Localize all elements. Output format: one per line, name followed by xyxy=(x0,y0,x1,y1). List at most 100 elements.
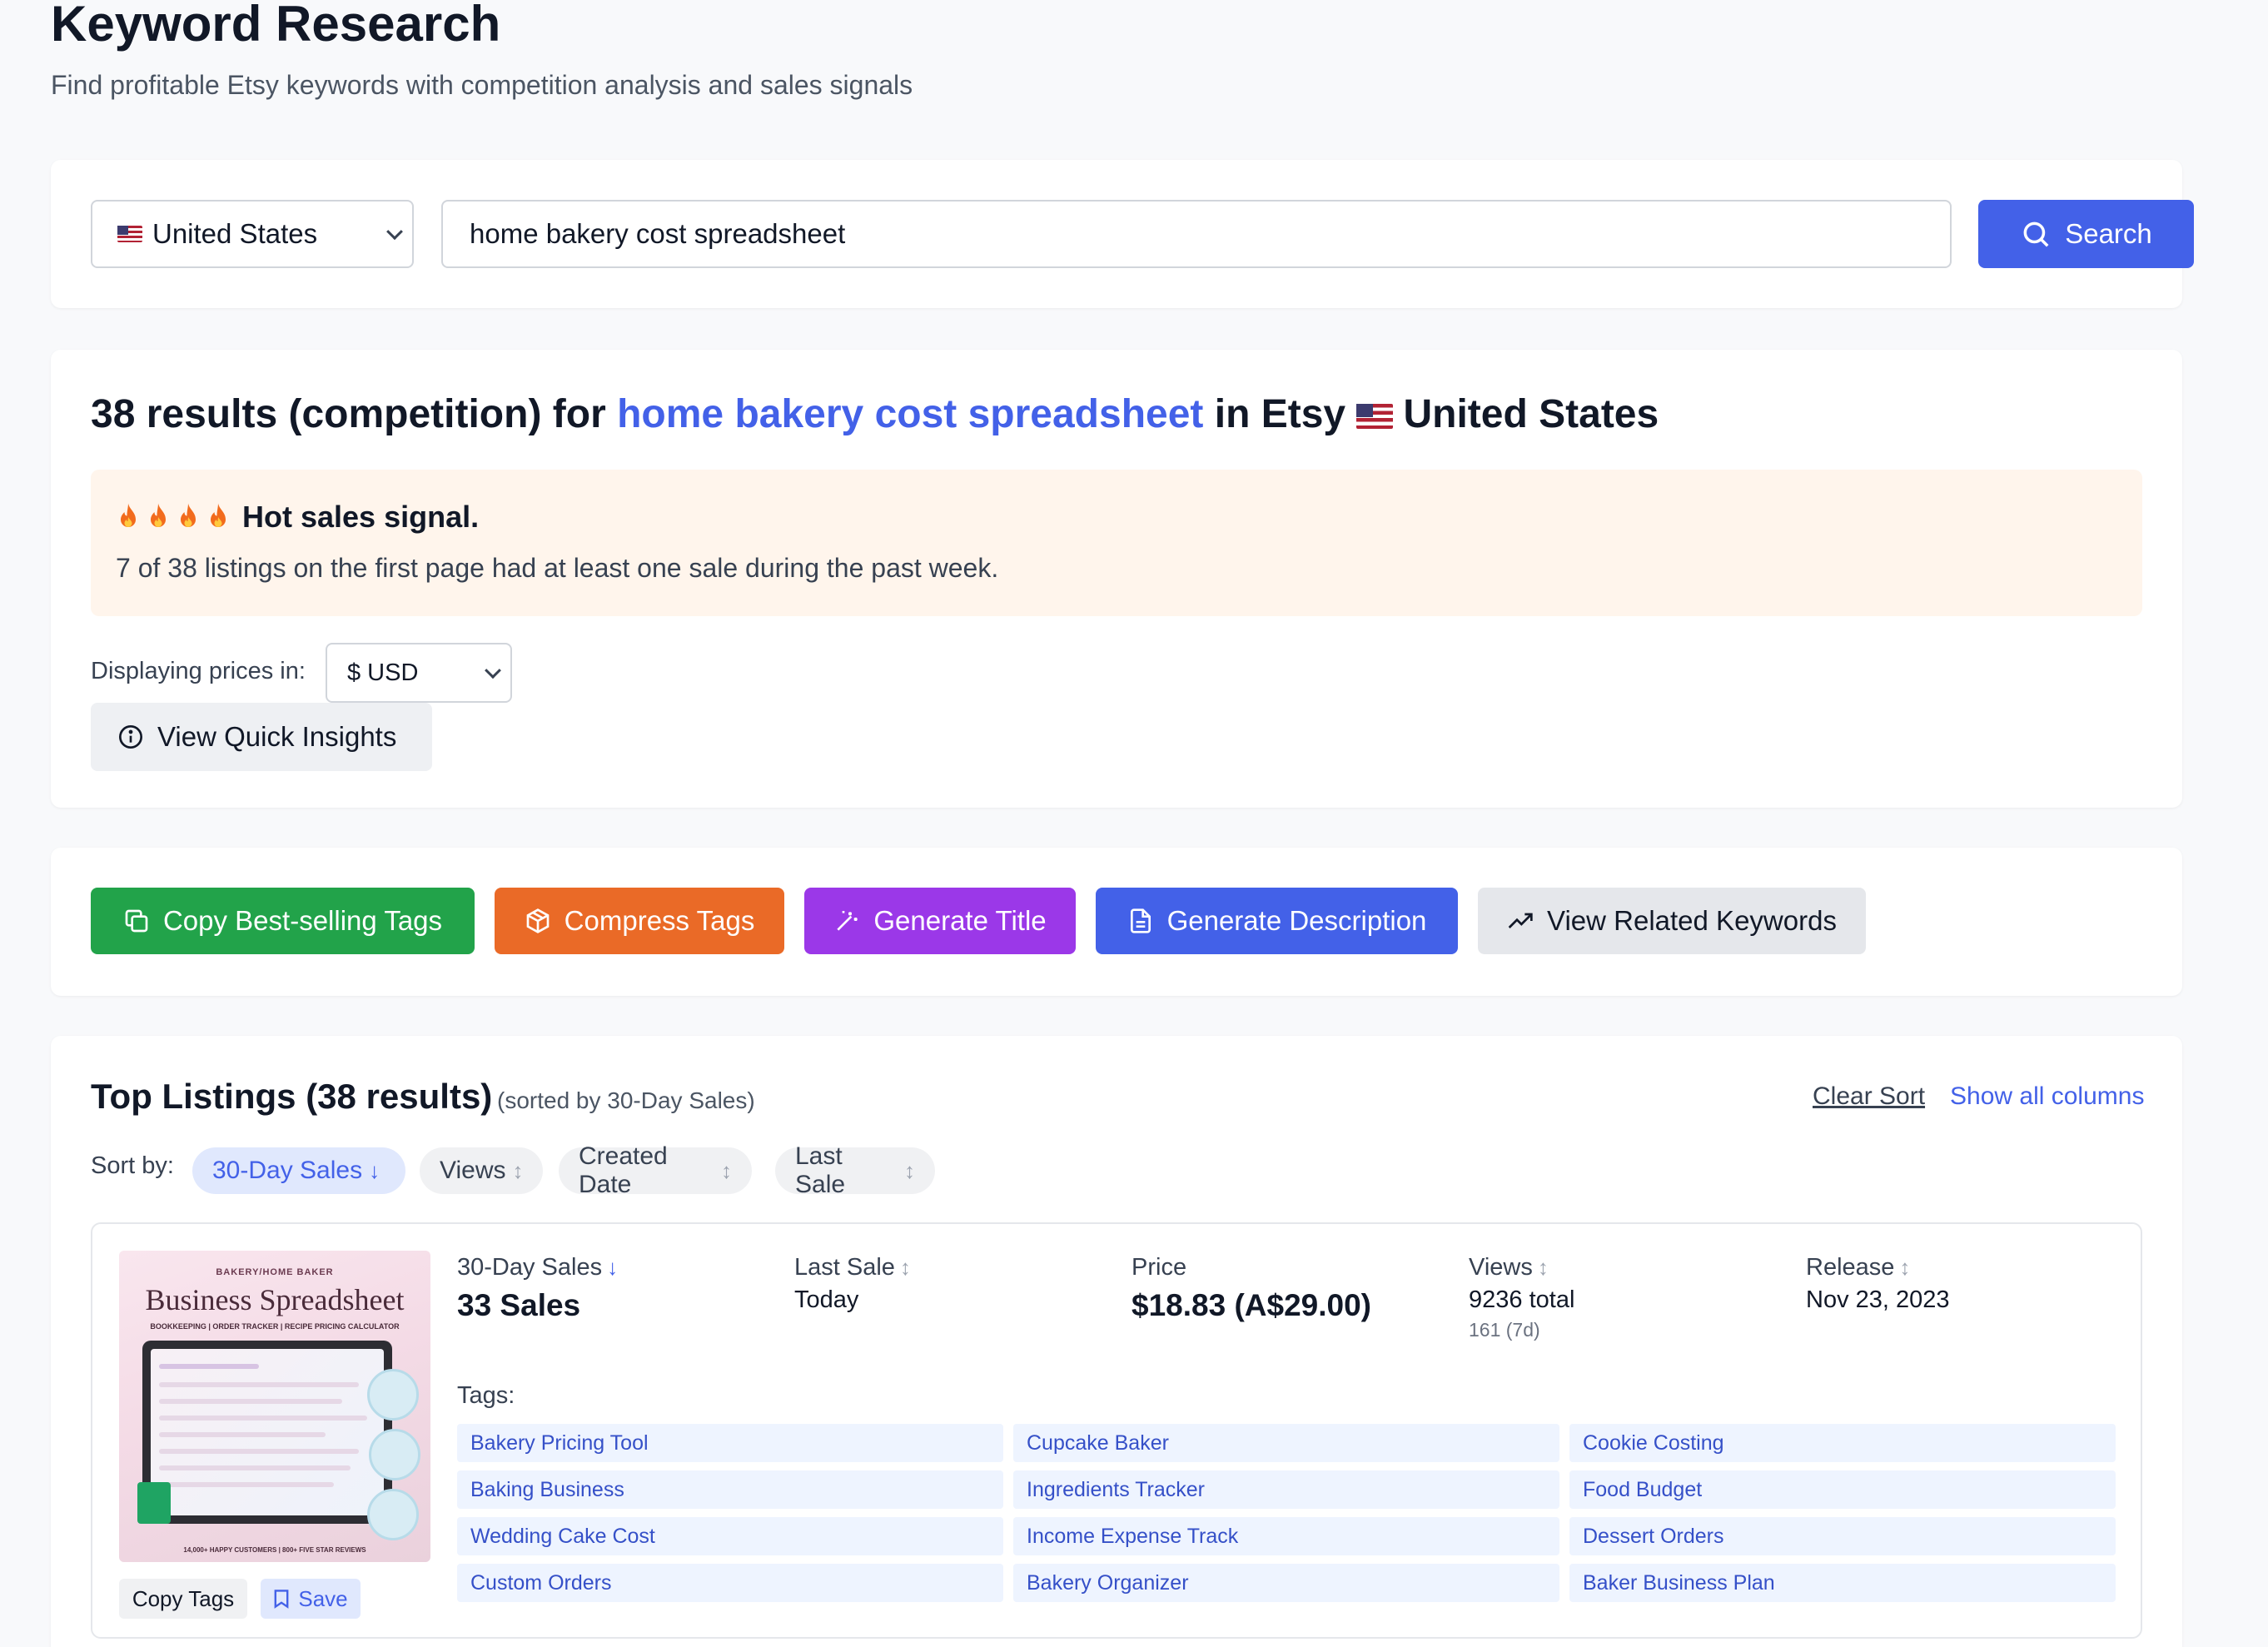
save-button-label: Save xyxy=(298,1585,348,1611)
us-flag-icon xyxy=(117,226,142,242)
search-button[interactable]: Search xyxy=(1978,200,2194,268)
package-icon xyxy=(526,908,550,933)
tag-chip[interactable]: Dessert Orders xyxy=(1569,1517,2116,1555)
tag-chip[interactable]: Food Budget xyxy=(1569,1470,2116,1509)
signal-title-text: Hot sales signal. xyxy=(242,500,480,534)
page-title: Keyword Research xyxy=(51,0,501,52)
results-summary-card: 38 results (competition) for home bakery… xyxy=(51,350,2182,808)
search-card: United States Search xyxy=(51,160,2194,308)
stat-label[interactable]: Views ↕ xyxy=(1469,1254,1574,1281)
view-quick-insights-button[interactable]: View Quick Insights xyxy=(91,703,432,771)
stat-label[interactable]: Release ↕ xyxy=(1806,1254,1950,1281)
tag-chip[interactable]: Ingredients Tracker xyxy=(1013,1470,1559,1509)
fire-icon xyxy=(121,503,136,527)
tag-chip[interactable]: Cookie Costing xyxy=(1569,1424,2116,1462)
listing-thumbnail[interactable]: BAKERY/HOME BAKER Business Spreadsheet B… xyxy=(119,1251,430,1562)
stat-30-day-sales: 30-Day Sales ↓ 33 Sales xyxy=(457,1254,618,1323)
tag-chip[interactable]: Income Expense Track xyxy=(1013,1517,1559,1555)
sort-chip-label: Views xyxy=(440,1157,506,1184)
copy-best-selling-tags-label: Copy Best-selling Tags xyxy=(162,905,443,936)
stat-value: $18.83 (A$29.00) xyxy=(1132,1288,1371,1322)
sort-chip-created-date[interactable]: Created Date ↕ xyxy=(559,1142,752,1198)
chevron-down-icon xyxy=(386,223,403,241)
listing-card: BAKERY/HOME BAKER Business Spreadsheet B… xyxy=(91,1222,2142,1639)
search-icon xyxy=(2023,221,2049,247)
tag-chip[interactable]: Bakery Pricing Tool xyxy=(457,1424,1003,1462)
stat-label[interactable]: 30-Day Sales ↓ xyxy=(457,1254,618,1281)
page-subtitle: Find profitable Etsy keywords with compe… xyxy=(51,70,913,100)
sort-arrows-icon: ↕ xyxy=(721,1157,732,1183)
trending-up-icon xyxy=(1508,913,1533,928)
bookmark-icon xyxy=(274,1590,289,1609)
results-country: United States xyxy=(1403,392,1659,436)
generate-description-label: Generate Description xyxy=(1166,905,1427,936)
stat-views: Views ↕ 9236 total 161 (7d) xyxy=(1469,1254,1574,1341)
magic-wand-icon xyxy=(837,911,858,931)
show-all-columns-link[interactable]: Show all columns xyxy=(1950,1082,2144,1111)
actions-card: Copy Best-selling Tags Compress Tags Gen… xyxy=(51,848,2182,996)
stat-value: 9236 total xyxy=(1469,1286,1575,1313)
tag-chip[interactable]: Wedding Cake Cost xyxy=(457,1517,1003,1555)
fire-icon xyxy=(211,503,226,527)
generate-title-button[interactable]: Generate Title xyxy=(804,888,1076,954)
search-button-label: Search xyxy=(2065,218,2152,249)
view-quick-insights-label: View Quick Insights xyxy=(157,721,397,752)
tag-chip[interactable]: Baker Business Plan xyxy=(1569,1564,2116,1602)
compress-tags-button[interactable]: Compress Tags xyxy=(495,888,784,954)
sort-by-label: Sort by: xyxy=(91,1152,174,1179)
view-related-keywords-label: View Related Keywords xyxy=(1547,905,1837,936)
cash-icon xyxy=(367,1489,419,1540)
results-keyword: home bakery cost spreadsheet xyxy=(617,392,1204,436)
stat-last-sale: Last Sale ↕ Today xyxy=(794,1254,911,1314)
spreadsheet-screen xyxy=(151,1349,384,1515)
stat-subvalue: 161 (7d) xyxy=(1469,1319,1540,1341)
stat-value: Nov 23, 2023 xyxy=(1806,1286,1950,1313)
sort-chip-views[interactable]: Views ↕ xyxy=(420,1147,543,1194)
sorted-by-note: (sorted by 30-Day Sales) xyxy=(497,1087,755,1113)
stat-price: Price $18.83 (A$29.00) xyxy=(1132,1254,1371,1323)
stat-label[interactable]: Last Sale ↕ xyxy=(794,1254,911,1281)
prices-label: Displaying prices in: xyxy=(91,658,306,684)
google-sheets-icon xyxy=(137,1482,171,1524)
generate-description-button[interactable]: Generate Description xyxy=(1096,888,1458,954)
tag-chip[interactable]: Cupcake Baker xyxy=(1013,1424,1559,1462)
sort-chip-last-sale[interactable]: Last Sale ↕ xyxy=(775,1142,935,1198)
copy-tags-button[interactable]: Copy Tags xyxy=(119,1579,247,1619)
thumbnail-title: Business Spreadsheet xyxy=(145,1283,405,1316)
stat-value: 33 Sales xyxy=(457,1288,581,1322)
tag-chip[interactable]: Baking Business xyxy=(457,1470,1003,1509)
stat-value: Today xyxy=(794,1286,859,1313)
calculator-icon xyxy=(369,1429,420,1480)
generate-title-label: Generate Title xyxy=(873,905,1047,936)
keyword-search-input[interactable] xyxy=(441,200,1952,268)
chevron-down-icon xyxy=(485,662,501,679)
copy-icon xyxy=(125,909,148,933)
signal-title: Hot sales signal. xyxy=(116,500,479,535)
fire-icon xyxy=(151,503,166,527)
sort-chip-30-day-sales[interactable]: 30-Day Sales ↓ xyxy=(192,1147,405,1194)
stat-label: Price xyxy=(1132,1254,1187,1281)
fire-icon xyxy=(181,503,196,527)
sort-arrows-icon: ↕ xyxy=(899,1255,911,1280)
sort-chip-label: Created Date xyxy=(579,1142,668,1198)
clear-sort-link[interactable]: Clear Sort xyxy=(1813,1082,1925,1111)
thumbnail-footer: 14,000+ HAPPY CUSTOMERS | 800+ FIVE STAR… xyxy=(183,1546,366,1554)
compress-tags-label: Compress Tags xyxy=(564,905,755,936)
sort-arrows-icon: ↕ xyxy=(1537,1255,1549,1280)
results-platform: in Etsy xyxy=(1214,392,1346,436)
save-button[interactable]: Save xyxy=(261,1579,361,1619)
currency-select[interactable]: $ USD xyxy=(326,643,512,703)
tag-chip[interactable]: Bakery Organizer xyxy=(1013,1564,1559,1602)
country-select[interactable]: United States xyxy=(91,200,414,268)
results-heading: 38 results (competition) for home bakery… xyxy=(91,390,1659,440)
results-count: 38 results (competition) for xyxy=(91,392,606,436)
currency-select-value: $ USD xyxy=(347,659,419,686)
arrow-down-icon: ↓ xyxy=(607,1255,619,1280)
us-flag-icon xyxy=(1356,404,1394,430)
signal-description: 7 of 38 listings on the first page had a… xyxy=(116,553,999,583)
copy-best-selling-tags-button[interactable]: Copy Best-selling Tags xyxy=(91,888,475,954)
tag-chip[interactable]: Custom Orders xyxy=(457,1564,1003,1602)
document-icon xyxy=(1130,908,1151,933)
sort-chip-label: 30-Day Sales xyxy=(212,1157,363,1184)
view-related-keywords-button[interactable]: View Related Keywords xyxy=(1478,888,1866,954)
